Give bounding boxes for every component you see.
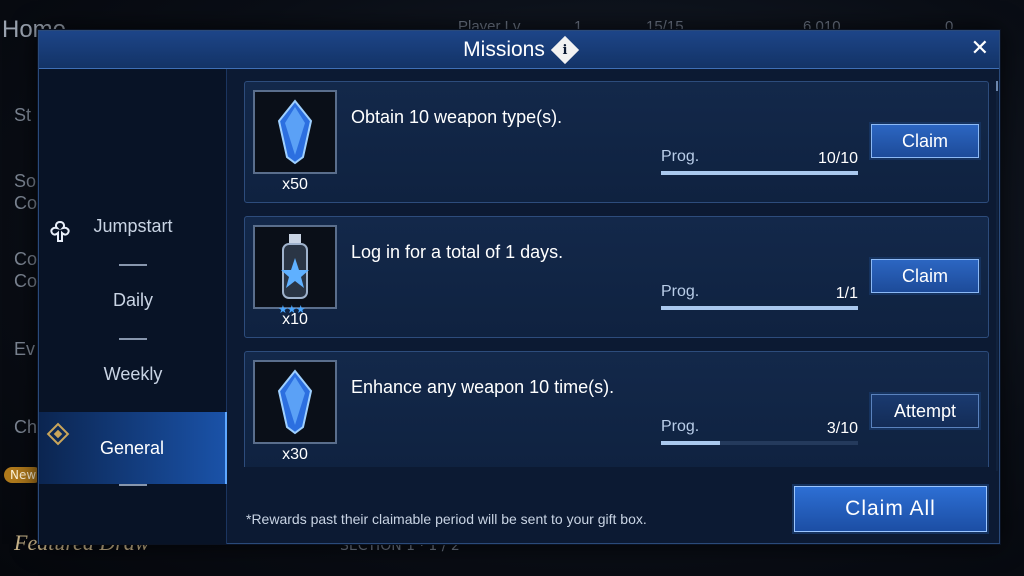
background-menu-item: St	[14, 105, 32, 125]
progress-fill	[661, 441, 721, 445]
mission-card: x30 Enhance any weapon 10 time(s). Prog.…	[244, 351, 989, 467]
progress-value: 3/10	[826, 420, 858, 437]
reward-count: x50	[282, 176, 308, 193]
reward-item[interactable]	[253, 360, 337, 444]
reward-item[interactable]	[253, 225, 337, 309]
sidebar-item-jumpstart[interactable]: Jumpstart	[39, 206, 227, 246]
reward-item[interactable]	[253, 90, 337, 174]
progress-bar	[661, 441, 858, 445]
scrollbar-thumb[interactable]	[996, 81, 998, 91]
claim-all-button[interactable]: Claim All	[792, 484, 989, 534]
progress-bar	[661, 306, 858, 310]
claim-button[interactable]: Claim	[869, 122, 981, 160]
dialog-title: Missions	[463, 37, 545, 61]
background-menu-item: Ch	[14, 417, 38, 437]
dialog-title-bar: Missions i ✕	[39, 31, 999, 69]
blue-crystal-icon	[277, 99, 313, 165]
sidebar-item-weekly[interactable]: Weekly	[39, 354, 227, 394]
progress-label: Prog.	[661, 283, 700, 300]
mission-card: ★★★ x10 Log in for a total of 1 days. Pr…	[244, 216, 989, 338]
mission-description: Obtain 10 weapon type(s).	[351, 107, 563, 127]
mission-card: x50 Obtain 10 weapon type(s). Prog. 10/1…	[244, 81, 989, 203]
background-menu-item: Co	[14, 193, 38, 213]
progress-value: 1/1	[835, 285, 858, 302]
attempt-button[interactable]: Attempt	[869, 392, 981, 430]
progress-value: 10/10	[817, 150, 858, 167]
progress-label: Prog.	[661, 148, 700, 165]
mission-description: Enhance any weapon 10 time(s).	[351, 377, 615, 397]
sidebar-divider	[119, 338, 147, 340]
blue-crystal-icon	[277, 369, 313, 435]
progress-label: Prog.	[661, 418, 700, 435]
progress-bar	[661, 171, 858, 175]
background-menu-item: Co	[14, 249, 38, 269]
mission-description: Log in for a total of 1 days.	[351, 242, 564, 262]
reward-count: x30	[282, 446, 308, 463]
background-new-badge: New	[4, 467, 43, 483]
info-icon[interactable]: i	[550, 35, 579, 64]
sidebar-item-general[interactable]: General	[39, 412, 227, 484]
missions-dialog: Missions i ✕ Jumpstart Daily Weekly Gene…	[38, 30, 1000, 544]
progress-fill	[661, 306, 858, 310]
gift-box-note: *Rewards past their claimable period wil…	[246, 511, 647, 527]
claim-button[interactable]: Claim	[869, 257, 981, 295]
mission-list[interactable]: x50 Obtain 10 weapon type(s). Prog. 10/1…	[244, 81, 990, 467]
reward-count: x10	[282, 311, 308, 328]
sidebar-item-daily[interactable]: Daily	[39, 280, 227, 320]
background-menu-item: Co	[14, 271, 38, 291]
background-menu-item: Ev	[14, 339, 36, 359]
background-menu-item: So	[14, 171, 37, 191]
progress-fill	[661, 171, 858, 175]
mission-list-scrollbar[interactable]	[996, 81, 998, 471]
sidebar-divider	[119, 264, 147, 266]
sidebar-divider	[119, 484, 147, 486]
potion-bottle-icon	[281, 234, 309, 299]
mission-category-sidebar: Jumpstart Daily Weekly General	[39, 69, 227, 544]
close-icon[interactable]: ✕	[971, 36, 989, 61]
